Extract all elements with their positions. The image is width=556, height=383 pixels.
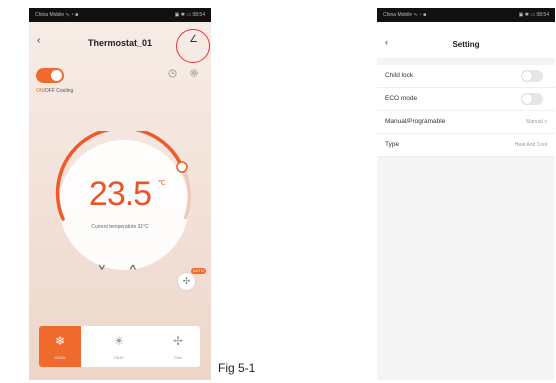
- status-right: ▣ ✱ ▭ 08:54: [518, 12, 549, 18]
- status-right: ▣ ✱ ▭ 08:54: [174, 12, 205, 18]
- power-toggle[interactable]: [36, 68, 64, 83]
- settings-list: Child lock ECO mode Manual/Programable M…: [377, 65, 555, 157]
- gear-icon[interactable]: [189, 68, 199, 81]
- mode-cool-button[interactable]: ❄ COOL: [39, 326, 81, 367]
- setting-label: Child lock: [385, 72, 414, 79]
- setting-value: Heat And Cool: [514, 142, 547, 148]
- sun-icon: ☀: [113, 334, 125, 348]
- fan-icon[interactable]: ✣: [178, 273, 195, 290]
- current-temperature: Current temperature 31°C: [91, 224, 149, 230]
- mode-fan-button[interactable]: ✢ FAN: [157, 326, 199, 367]
- status-bar: China Mobile ⁸ᵢₗ ◔ ■ ▣ ✱ ▭ 08:54: [377, 8, 555, 22]
- mode-fan-label: FAN: [174, 355, 182, 360]
- fan-auto-badge: AUTO: [191, 268, 207, 274]
- thermostat-screen: China Mobile ⁸ᵢₗ ◔ ■ ▣ ✱ ▭ 08:54 ‹ Therm…: [29, 8, 211, 380]
- mode-cool-label: COOL: [54, 355, 66, 360]
- mode-label: Cooling: [54, 88, 74, 94]
- chevron-up-icon[interactable]: ∧: [128, 262, 138, 272]
- toggle-knob: [51, 70, 62, 81]
- mode-heat-button[interactable]: ☀ HEAT: [98, 326, 140, 367]
- on-label: ON: [36, 88, 44, 94]
- status-bar: China Mobile ⁸ᵢₗ ◔ ■ ▣ ✱ ▭ 08:54: [29, 8, 211, 22]
- status-carrier: China Mobile ⁸ᵢₗ ◔ ■: [35, 12, 79, 18]
- page-title: Setting: [452, 40, 480, 49]
- child-lock-switch[interactable]: [521, 70, 543, 82]
- setting-row-manual-programable[interactable]: Manual/Programable Manual >: [377, 111, 555, 134]
- temperature-unit: ℃: [158, 180, 166, 187]
- mode-bar: ❄ COOL ☀ HEAT ✢ FAN: [39, 326, 200, 367]
- status-carrier: China Mobile ⁸ᵢₗ ◔ ■: [383, 12, 427, 18]
- switch-knob: [522, 71, 532, 81]
- setting-label: Manual/Programable: [385, 118, 446, 125]
- mode-heat-label: HEAT: [113, 355, 125, 360]
- eco-mode-switch[interactable]: [521, 93, 543, 105]
- setting-label: Type: [385, 141, 400, 148]
- power-status: ON/OFF Cooling: [36, 88, 73, 94]
- figure-caption: Fig 5-1: [218, 361, 256, 375]
- edit-highlight-circle: [176, 29, 210, 63]
- fan-mode-icon: ✢: [172, 334, 184, 348]
- clock-icon[interactable]: [168, 69, 177, 80]
- setting-value: Manual >: [526, 119, 547, 125]
- switch-knob: [522, 94, 532, 104]
- off-label: /OFF: [43, 88, 55, 94]
- chevron-down-icon[interactable]: ∨: [97, 262, 107, 272]
- set-temperature: 23.5: [88, 175, 152, 213]
- setting-row-child-lock[interactable]: Child lock: [377, 65, 555, 88]
- setting-row-eco-mode[interactable]: ECO mode: [377, 88, 555, 111]
- snowflake-icon: ❄: [54, 334, 66, 348]
- setting-row-type[interactable]: Type Heat And Cool: [377, 134, 555, 157]
- setting-screen: China Mobile ⁸ᵢₗ ◔ ■ ▣ ✱ ▭ 08:54 ‹ Setti…: [377, 8, 555, 380]
- setting-label: ECO mode: [385, 95, 418, 102]
